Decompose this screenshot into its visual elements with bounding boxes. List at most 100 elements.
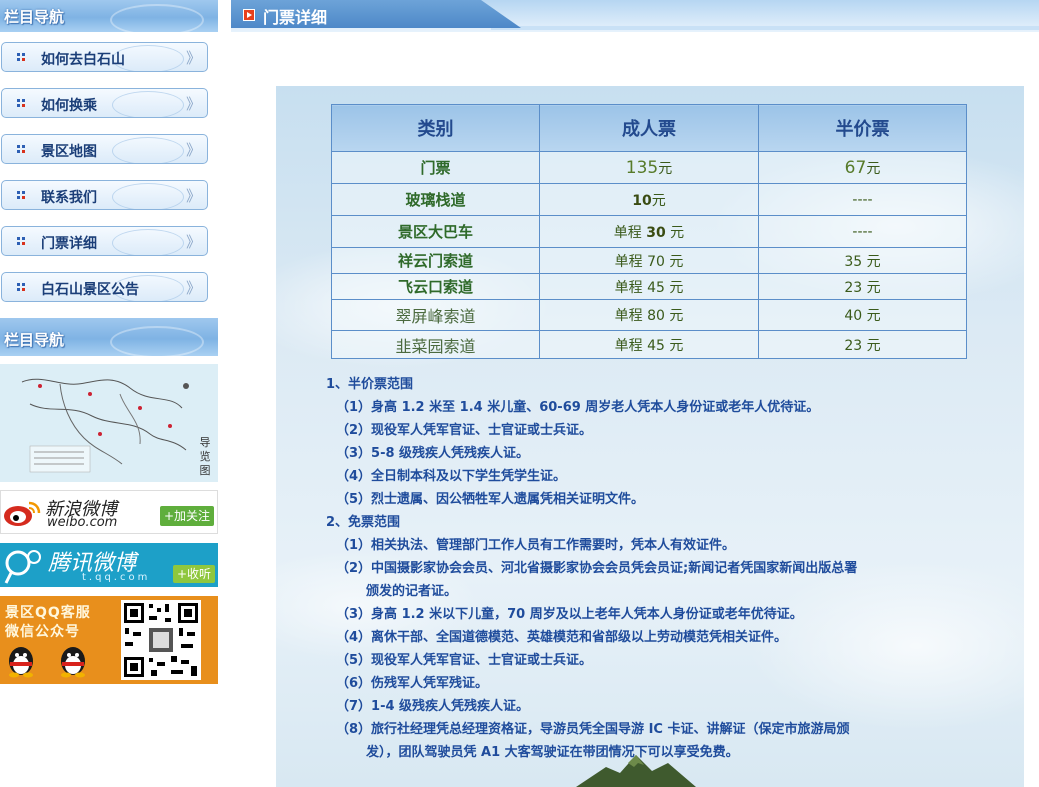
- row-half-price: 40 元: [758, 299, 967, 331]
- header-category: 类别: [331, 104, 540, 152]
- row-category: 景区大巴车: [331, 215, 540, 248]
- weibo-eye-icon: [4, 501, 41, 526]
- policy-item: （5）烈士遗属、因公牺牲军人遗属凭相关证明文件。: [336, 492, 645, 507]
- grid-icon: [17, 53, 25, 61]
- row-category: 飞云口索道: [331, 273, 540, 300]
- qq-penguin-icon[interactable]: [58, 646, 88, 678]
- ticket-detail-panel: 类别 成人票 半价票 门票 135元 67元 玻璃栈道 10元 ---- 景区大…: [276, 86, 1024, 787]
- nav-item-how-to-get[interactable]: 如何去白石山 》: [1, 42, 208, 72]
- policy-item: （6）伤残军人凭军残证。: [336, 676, 489, 691]
- nav-header-title: 栏目导航: [4, 8, 65, 26]
- row-half-price: 35 元: [758, 247, 967, 274]
- table-row: 门票 135元 67元: [331, 151, 967, 184]
- row-half-price: ----: [758, 183, 967, 216]
- map-side-label: 导览图: [199, 436, 211, 477]
- row-category: 韭菜园索道: [331, 330, 540, 359]
- nav-header: 栏目导航: [0, 0, 218, 32]
- nav-item-announcements[interactable]: 白石山景区公告 》: [1, 272, 208, 302]
- row-half-price: 23 元: [758, 273, 967, 300]
- policy-item: （4）离休干部、全国道德模范、英雄模范和省部级以上劳动模范凭相关证件。: [336, 630, 788, 645]
- table-row: 韭菜园索道 单程 45 元 23 元: [331, 330, 967, 359]
- grid-icon: [17, 145, 25, 153]
- row-adult-price: 单程 80 元: [539, 299, 759, 331]
- double-chevron-icon: 》: [185, 49, 201, 67]
- row-category: 翠屏峰索道: [331, 299, 540, 331]
- nav-list: 如何去白石山 》 如何换乘 》 景区地图 》 联系我们 》 门票详细 》 白石山…: [0, 32, 218, 302]
- nav-item-contact[interactable]: 联系我们 》: [1, 180, 208, 210]
- tqq-domain: t.qq.com: [82, 572, 151, 583]
- grid-icon: [17, 99, 25, 107]
- nav-item-label: 如何换乘: [41, 98, 97, 114]
- sina-weibo-box: 新浪微博 weibo.com +加关注: [0, 490, 218, 534]
- policy-item: （2）中国摄影家协会会员、河北省摄影家协会会员凭会员证;新闻记者凭国家新闻出版总…: [336, 561, 858, 576]
- row-adult-price: 单程 45 元: [539, 273, 759, 300]
- section-header-bar: 门票详细: [231, 0, 1039, 32]
- ticket-price-table: 类别 成人票 半价票 门票 135元 67元 玻璃栈道 10元 ---- 景区大…: [331, 104, 967, 359]
- double-chevron-icon: 》: [185, 187, 201, 205]
- wechat-label: 微信公众号: [5, 624, 80, 640]
- row-adult-price: 10元: [539, 183, 759, 216]
- policy-item: （1）相关执法、管理部门工作人员有工作需要时，凭本人有效证件。: [336, 538, 736, 553]
- row-adult-price: 单程 45 元: [539, 330, 759, 359]
- policy-item: （8）旅行社经理凭总经理资格证，导游员凭全国导游 IC 卡证、讲解证（保定市旅游…: [336, 722, 850, 737]
- policy-item: （2）现役军人凭军官证、士官证或士兵证。: [336, 423, 593, 438]
- nav-header-title: 栏目导航: [4, 331, 65, 349]
- map-route-lines: [21, 378, 189, 473]
- row-adult-price: 135元: [539, 151, 759, 184]
- table-row: 翠屏峰索道 单程 80 元 40 元: [331, 299, 967, 331]
- policy-item: （3）身高 1.2 米以下儿童，70 周岁及以上老年人凭本人身份证或老年优待证。: [336, 607, 803, 622]
- header-half: 半价票: [758, 104, 967, 152]
- double-chevron-icon: 》: [185, 233, 201, 251]
- row-category: 门票: [331, 151, 540, 184]
- table-row: 景区大巴车 单程 30 元 ----: [331, 215, 967, 248]
- play-square-icon: [243, 9, 255, 21]
- policy-item: （7）1-4 级残疾人凭残疾人证。: [336, 699, 530, 714]
- ticket-policy-notes: 1、半价票范围 （1）身高 1.2 米至 1.4 米儿童、60-69 周岁老人凭…: [326, 373, 996, 764]
- table-row: 玻璃栈道 10元 ----: [331, 183, 967, 216]
- table-row: 祥云门索道 单程 70 元 35 元: [331, 247, 967, 274]
- policy-section-title: 1、半价票范围: [326, 377, 414, 392]
- table-header-row: 类别 成人票 半价票: [331, 104, 967, 152]
- qq-service-label: 景区QQ客服: [5, 605, 91, 621]
- double-chevron-icon: 》: [185, 279, 201, 297]
- row-half-price: 23 元: [758, 330, 967, 359]
- policy-item-continued: 颁发的记者证。: [366, 584, 458, 599]
- grid-icon: [17, 191, 25, 199]
- tqq-logo-icon: [4, 550, 41, 584]
- nav-item-label: 景区地图: [41, 144, 97, 160]
- grid-icon: [17, 283, 25, 291]
- row-category: 祥云门索道: [331, 247, 540, 274]
- policy-item: （3）5-8 级残疾人凭残疾人证。: [336, 446, 530, 461]
- policy-section-title: 2、免票范围: [326, 515, 401, 530]
- header-adult: 成人票: [539, 104, 759, 152]
- double-chevron-icon: 》: [185, 95, 201, 113]
- grid-icon: [17, 237, 25, 245]
- policy-item: （1）身高 1.2 米至 1.4 米儿童、60-69 周岁老人凭本人身份证或老年…: [336, 400, 820, 415]
- nav-item-label: 白石山景区公告: [41, 282, 139, 298]
- weibo-follow-button[interactable]: +加关注: [159, 506, 214, 526]
- nav-item-map[interactable]: 景区地图 》: [1, 134, 208, 164]
- tencent-weibo-box: 腾讯微博 t.qq.com +收听: [0, 543, 218, 587]
- wechat-qr-code: [121, 600, 201, 680]
- mountain-peak-image: [576, 755, 696, 787]
- row-category: 玻璃栈道: [331, 183, 540, 216]
- row-adult-price: 单程 70 元: [539, 247, 759, 274]
- table-row: 飞云口索道 单程 45 元 23 元: [331, 273, 967, 300]
- double-chevron-icon: 》: [185, 141, 201, 159]
- nav-item-tickets[interactable]: 门票详细 》: [1, 226, 208, 256]
- left-sidebar: 栏目导航 如何去白石山 》 如何换乘 》 景区地图 》 联系我们 》 门票详细 …: [0, 0, 218, 684]
- policy-item: （5）现役军人凭军官证、士官证或士兵证。: [336, 653, 593, 668]
- page-title: 门票详细: [263, 8, 328, 27]
- row-half-price: 67元: [758, 151, 967, 184]
- nav-header-2: 栏目导航: [0, 318, 218, 356]
- policy-item: （4）全日制本科及以下学生凭学生证。: [336, 469, 567, 484]
- nav-item-transfer[interactable]: 如何换乘 》: [1, 88, 208, 118]
- row-adult-price: 单程 30 元: [539, 215, 759, 248]
- qq-penguin-icon[interactable]: [6, 646, 36, 678]
- guide-map-thumbnail[interactable]: 导览图: [0, 364, 218, 482]
- nav-item-label: 如何去白石山: [41, 52, 125, 68]
- section-tab: 门票详细: [231, 0, 521, 28]
- tqq-listen-button[interactable]: +收听: [172, 565, 215, 583]
- nav-item-label: 门票详细: [41, 236, 97, 252]
- qq-wechat-box: 景区QQ客服 微信公众号: [0, 596, 218, 684]
